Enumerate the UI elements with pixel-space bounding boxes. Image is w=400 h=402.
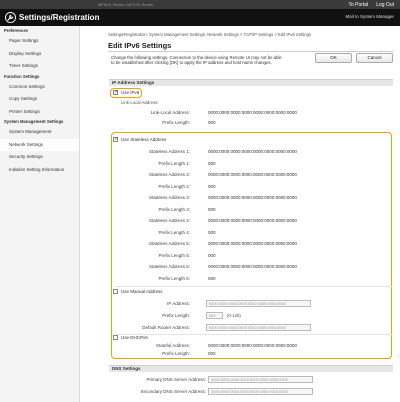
stateless-address-5-value: 0000:0000:0000:0000:0000:0000:0000:0000 (208, 241, 297, 246)
ip-address-settings-header: IP Address Settings (109, 79, 393, 86)
use-dhcpv6-checkbox[interactable] (113, 335, 118, 340)
sidebar-item-system-management[interactable]: System Management (0, 126, 79, 139)
stateless-address-3-label: Stateless Address 3: (148, 195, 190, 200)
link-local-prefix-label: Prefix Length: (162, 120, 190, 125)
stateless-address-6-label: Stateless Address 6: (148, 264, 190, 269)
sidebar-section-preferences: Preferences (4, 28, 28, 33)
stateless-address-2-value: 0000:0000:0000:0000:0000:0000:0000:0000 (208, 172, 297, 177)
mail-to-system-manager-link[interactable]: Mail to System Manager (345, 14, 394, 19)
stateless-address-1-label: Stateless Address 1: (148, 149, 190, 154)
sidebar-item-paper-settings[interactable]: Paper Settings (0, 35, 79, 48)
manual-ip-address-label: IP Address: (167, 301, 190, 306)
sidebar-item-display-settings[interactable]: Display Settings (0, 48, 79, 61)
manual-prefix-length-input[interactable]: 064 (206, 312, 223, 319)
sidebar-item-printer-settings[interactable]: Printer Settings (0, 106, 79, 119)
title-divider (108, 51, 393, 52)
log-out-link[interactable]: Log Out (376, 2, 394, 8)
prefix-length-4-label: Prefix Length 4: (158, 230, 190, 235)
use-stateless-label: Use Stateless Address (121, 137, 167, 142)
stateful-address-label: Stateful Address: (155, 343, 190, 348)
use-manual-address-checkbox[interactable] (113, 289, 118, 294)
prefix-length-5-value: 000 (208, 253, 216, 258)
sidebar-item-security-settings[interactable]: Security Settings (0, 151, 79, 164)
use-dhcpv6-row: Use DHCPv6 (113, 335, 148, 340)
use-ipv6-row: Use IPv6 (113, 89, 140, 95)
link-local-address-value: 0000:0000:0000:0000:0000:0000:0000:0000 (208, 110, 297, 115)
prefix-length-3-label: Prefix Length 3: (158, 207, 190, 212)
link-local-heading: Link-Local Address: (121, 100, 159, 105)
stateless-address-6-value: 0000:0000:0000:0000:0000:0000:0000:0000 (208, 264, 297, 269)
use-stateless-checkbox[interactable] (113, 136, 119, 142)
app-title: Settings/Registration (19, 13, 100, 22)
use-ipv6-checkbox[interactable] (113, 89, 119, 95)
stateless-address-4-label: Stateless Address 4: (148, 218, 190, 223)
prefix-length-2-label: Prefix Length 2: (158, 184, 190, 189)
use-manual-row: Use Manual Address (113, 289, 163, 294)
link-local-prefix-value: 000 (208, 120, 216, 125)
prefix-length-3-value: 000 (208, 207, 216, 212)
to-portal-link[interactable]: To Portal (348, 2, 368, 8)
default-router-address-input[interactable]: 0000:0000:0000:0000:0000:0000:0000:0000 (206, 324, 311, 331)
dhcp-prefix-length-value: 000 (208, 351, 216, 356)
sidebar-item-common-settings[interactable]: Common Settings (0, 81, 79, 94)
main-panel: Settings/Registration: System Management… (80, 26, 400, 402)
stateless-address-5-label: Stateless Address 5: (148, 241, 190, 246)
dhcp-divider (115, 334, 393, 335)
stateless-address-3-value: 0000:0000:0000:0000:0000:0000:0000:0000 (208, 195, 297, 200)
use-dhcpv6-label: Use DHCPv6 (121, 335, 148, 340)
prefix-length-1-value: 000 (208, 161, 216, 166)
prefix-length-6-label: Prefix Length 6: (158, 276, 190, 281)
prefix-length-2-value: 000 (208, 184, 216, 189)
settings-wrench-icon (5, 12, 16, 23)
prefix-length-6-value: 000 (208, 276, 216, 281)
stateless-address-4-value: 0000:0000:0000:0000:0000:0000:0000:0000 (208, 218, 297, 223)
page-title: Edit IPv6 Settings (108, 41, 172, 50)
sidebar: Preferences Paper Settings Display Setti… (0, 26, 80, 402)
sidebar-item-timer-settings[interactable]: Timer Settings (0, 60, 79, 73)
stateless-address-2-label: Stateless Address 2: (148, 172, 190, 177)
secondary-dns-input[interactable]: 0000:0000:0000:0000:0000:0000:0000:0000 (208, 388, 313, 395)
dns-settings-header: DNS Settings (109, 365, 393, 372)
prefix-range-note: (0-128) (227, 313, 241, 318)
prefix-length-4-value: 000 (208, 230, 216, 235)
ok-button[interactable]: OK (315, 53, 352, 63)
prefix-length-5-label: Prefix Length 5: (158, 253, 190, 258)
top-bar: MF5XX Series / MF1XX Series To Portal Lo… (0, 0, 400, 9)
secondary-dns-label: Secondary DNS Server Address: (140, 389, 206, 394)
title-bar: Settings/Registration Mail to System Man… (0, 9, 400, 26)
device-model: MF5XX Series / MF1XX Series (98, 1, 153, 7)
sidebar-item-network-settings[interactable]: Network Settings (0, 138, 79, 151)
top-links: To Portal Log Out (348, 2, 394, 8)
manual-ip-address-input[interactable]: 0000:0000:0000:0000:0000:0000:0000:0000 (206, 300, 311, 307)
use-stateless-row: Use Stateless Address (113, 136, 167, 142)
sidebar-section-system-management: System Management Settings (4, 119, 64, 124)
primary-dns-label: Primary DNS Server Address: (146, 377, 206, 382)
primary-dns-input[interactable]: 0000:0000:0000:0000:0000:0000:0000:0000 (208, 376, 313, 383)
sidebar-section-function-settings: Function Settings (4, 73, 40, 79)
prefix-length-1-label: Prefix Length 1: (158, 161, 190, 166)
sidebar-item-initialize-setting-information[interactable]: Initialize Setting Information (0, 164, 79, 177)
stateful-address-value: 0000:0000:0000:0000:0000:0000:0000:0000 (208, 343, 297, 348)
dhcp-prefix-length-label: Prefix Length: (162, 351, 190, 356)
link-local-address-label: Link-Local Address: (150, 110, 190, 115)
cancel-button[interactable]: Cancel (356, 53, 393, 63)
default-router-address-label: Default Router Address: (142, 325, 190, 330)
stateless-address-1-value: 0000:0000:0000:0000:0000:0000:0000:0000 (208, 149, 297, 154)
manual-prefix-length-label: Prefix Length: (162, 313, 190, 318)
breadcrumb: Settings/Registration: System Management… (108, 32, 312, 37)
use-manual-address-label: Use Manual Address (121, 289, 163, 294)
page-description: Change the following settings. Connectio… (111, 55, 282, 66)
use-ipv6-label: Use IPv6 (121, 90, 140, 95)
sidebar-item-copy-settings[interactable]: Copy Settings (0, 93, 79, 106)
manual-divider (115, 286, 393, 287)
